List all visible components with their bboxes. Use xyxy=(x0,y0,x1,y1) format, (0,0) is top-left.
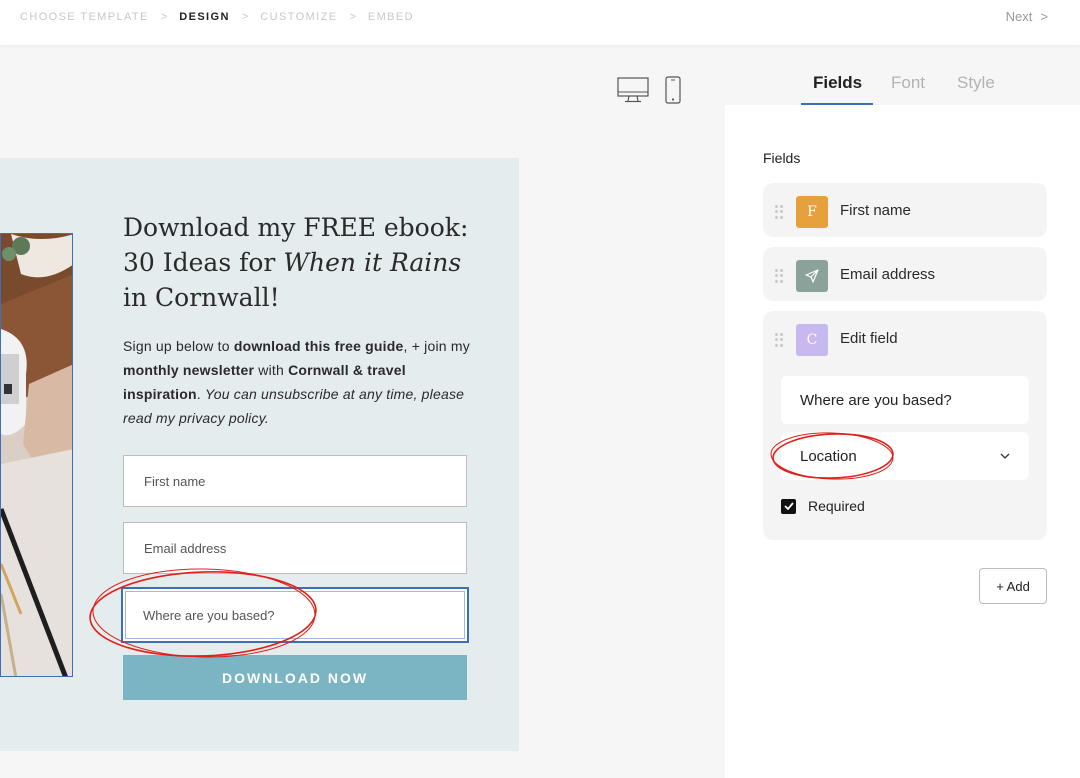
form-headline: Download my FREE ebook: 30 Ideas for Whe… xyxy=(123,210,483,315)
checkmark-icon xyxy=(783,502,794,510)
next-button[interactable]: Next > xyxy=(1006,9,1048,24)
field-type-value: Location xyxy=(800,447,857,465)
download-now-button[interactable]: DOWNLOAD NOW xyxy=(123,655,467,700)
location-input[interactable]: Where are you based? xyxy=(121,587,469,643)
step-separator: > xyxy=(160,11,168,23)
preview-canvas: Download my FREE ebook: 30 Ideas for Whe… xyxy=(0,45,725,778)
headline-line-3: in Cornwall! xyxy=(123,283,280,312)
chevron-right-icon: > xyxy=(1040,9,1048,24)
panel-tabs: Fields Font Style xyxy=(725,45,1080,105)
wizard-steps: CHOOSE TEMPLATE > DESIGN > CUSTOMIZE > E… xyxy=(20,11,414,23)
required-checkbox[interactable] xyxy=(781,498,796,514)
add-field-button[interactable]: + Add xyxy=(979,568,1047,604)
email-placeholder: Email address xyxy=(144,540,227,556)
headline-line-2-italic: When it Rains xyxy=(283,248,462,277)
form-description: Sign up below to download this free guid… xyxy=(123,334,473,430)
field-name-label: Edit field xyxy=(840,330,898,347)
required-toggle[interactable]: Required xyxy=(781,498,865,514)
field-name-label: Email address xyxy=(840,266,936,283)
step-choose-template[interactable]: CHOOSE TEMPLATE xyxy=(20,11,149,23)
mobile-icon[interactable] xyxy=(665,76,681,104)
tab-style[interactable]: Style xyxy=(957,73,995,93)
chevron-down-icon xyxy=(1000,453,1010,459)
email-input[interactable]: Email address xyxy=(123,522,467,574)
desktop-icon[interactable] xyxy=(617,77,649,103)
field-name-label: First name xyxy=(840,202,911,219)
field-item-first-name[interactable]: F First name xyxy=(763,183,1047,237)
field-label-value: Where are you based? xyxy=(800,391,952,409)
first-name-input[interactable]: First name xyxy=(123,455,467,507)
required-label: Required xyxy=(808,498,865,514)
fields-section-title: Fields xyxy=(763,150,801,166)
field-label-input[interactable]: Where are you based? xyxy=(781,376,1029,424)
description-bold: monthly newsletter xyxy=(123,362,255,378)
description-text: with xyxy=(254,362,289,378)
send-icon xyxy=(796,260,828,292)
device-toggle xyxy=(617,76,681,104)
field-type-badge: F xyxy=(796,196,828,228)
settings-panel: Fields Font Style Fields F First name Em… xyxy=(725,0,1080,778)
field-item-email[interactable]: Email address xyxy=(763,247,1047,301)
tab-font[interactable]: Font xyxy=(891,73,925,93)
description-text: , + join my xyxy=(403,338,470,354)
field-type-select[interactable]: Location xyxy=(781,432,1029,480)
step-design[interactable]: DESIGN xyxy=(179,11,230,23)
step-separator: > xyxy=(241,11,249,23)
field-type-badge: C xyxy=(796,324,828,356)
drag-handle-icon[interactable] xyxy=(775,269,783,283)
headline-line-1: Download my FREE ebook: xyxy=(123,213,469,242)
hero-image[interactable] xyxy=(0,233,73,677)
next-label: Next xyxy=(1005,9,1033,24)
description-bold: download this free guide xyxy=(233,338,404,354)
hero-photo-illustration xyxy=(1,234,72,676)
headline-line-2: 30 Ideas for xyxy=(123,248,284,277)
tab-fields[interactable]: Fields xyxy=(813,73,862,93)
active-tab-indicator xyxy=(801,103,873,105)
description-text: Sign up below to xyxy=(123,338,234,354)
drag-handle-icon[interactable] xyxy=(775,205,783,219)
field-item-edit[interactable]: C Edit field Where are you based? Locati… xyxy=(763,311,1047,540)
top-bar: CHOOSE TEMPLATE > DESIGN > CUSTOMIZE > E… xyxy=(0,0,1080,45)
step-separator: > xyxy=(349,11,356,23)
step-customize[interactable]: CUSTOMIZE xyxy=(260,11,337,23)
location-placeholder: Where are you based? xyxy=(143,607,275,623)
drag-handle-icon[interactable] xyxy=(775,333,783,347)
step-embed[interactable]: EMBED xyxy=(368,11,414,23)
first-name-placeholder: First name xyxy=(144,473,206,489)
form-preview-card: Download my FREE ebook: 30 Ideas for Whe… xyxy=(0,158,519,751)
description-text: . xyxy=(196,386,205,402)
